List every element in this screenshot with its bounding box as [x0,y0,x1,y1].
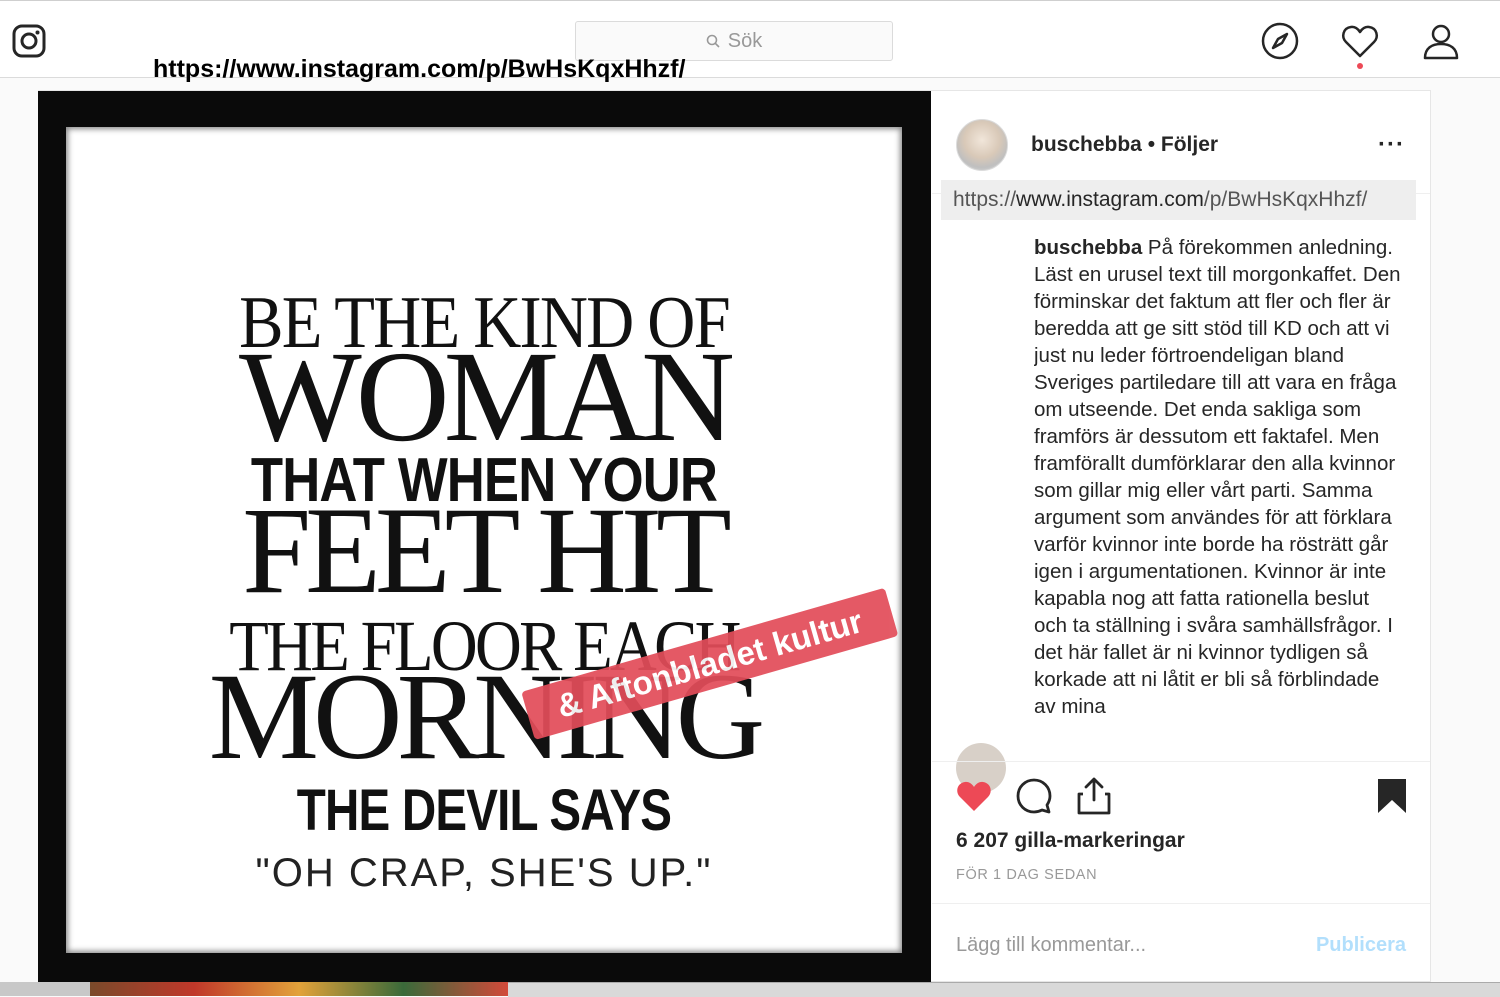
quote-image-frame: BE THE KIND OF WOMAN THAT WHEN YOUR FEET… [66,127,902,953]
next-post-preview [90,982,508,996]
comment-input[interactable]: Lägg till kommentar... [956,934,1146,957]
url-overlay-text: https://www.instagram.com/p/BwHsKqxHhzf/ [153,55,686,83]
follow-status[interactable]: • Följer [1148,133,1218,156]
link-host: www.instagram.com [1016,188,1204,211]
notification-dot [1357,63,1363,69]
url-link-bar[interactable]: https://www.instagram.com/p/BwHsKqxHhzf/ [941,180,1416,220]
likes-count[interactable]: 6 207 gilla-markeringar [956,829,1185,853]
post-caption: buschebba På förekommen anledning. Läst … [1034,234,1404,752]
comment-form: Lägg till kommentar... Publicera [932,903,1430,984]
search-icon [706,34,720,48]
quote-line: MORNING [208,648,765,785]
quote-line: "OH CRAP, SHE'S UP." [255,851,713,895]
quote-text: BE THE KIND OF WOMAN THAT WHEN YOUR FEET… [66,127,902,953]
comment-icon[interactable] [1014,776,1054,816]
quote-line: FEET HIT [242,482,732,619]
profile-icon[interactable] [1421,21,1461,61]
share-icon[interactable] [1074,776,1114,816]
caption-username[interactable]: buschebba [1034,236,1142,259]
post-image[interactable]: BE THE KIND OF WOMAN THAT WHEN YOUR FEET… [38,91,931,982]
publish-button[interactable]: Publicera [1316,934,1406,957]
search-placeholder: Sök [727,29,763,52]
save-bookmark-icon[interactable] [1372,776,1412,816]
post-header: buschebba • Följer ··· [932,91,1430,194]
post-actions: 6 207 gilla-markeringar FÖR 1 DAG SEDAN … [932,761,1430,982]
quote-line: THE DEVIL SAYS [296,778,672,843]
like-heart-icon[interactable] [954,776,994,816]
top-navigation-bar: Sök https://www.instagram.com/p/BwHsKqxH… [0,0,1500,83]
quote-line: WOMAN [239,325,735,469]
link-path: /p/BwHsKqxHhzf/ [1203,188,1368,211]
more-options-icon[interactable]: ··· [1378,131,1405,159]
avatar[interactable] [956,119,1008,171]
post-sidebar: buschebba • Följer ··· https://www.insta… [932,91,1430,981]
explore-compass-icon[interactable] [1260,21,1300,61]
username-link[interactable]: buschebba [1031,133,1142,156]
link-prefix: https:// [953,188,1017,211]
activity-heart-icon[interactable] [1340,21,1380,61]
post-author: buschebba • Följer [1031,133,1218,157]
bottom-scroll-area [508,982,1500,997]
caption-text: På förekommen anledning. Läst en urusel … [1034,236,1401,718]
post-timestamp[interactable]: FÖR 1 DAG SEDAN [956,867,1097,883]
instagram-logo-icon[interactable] [12,24,46,58]
